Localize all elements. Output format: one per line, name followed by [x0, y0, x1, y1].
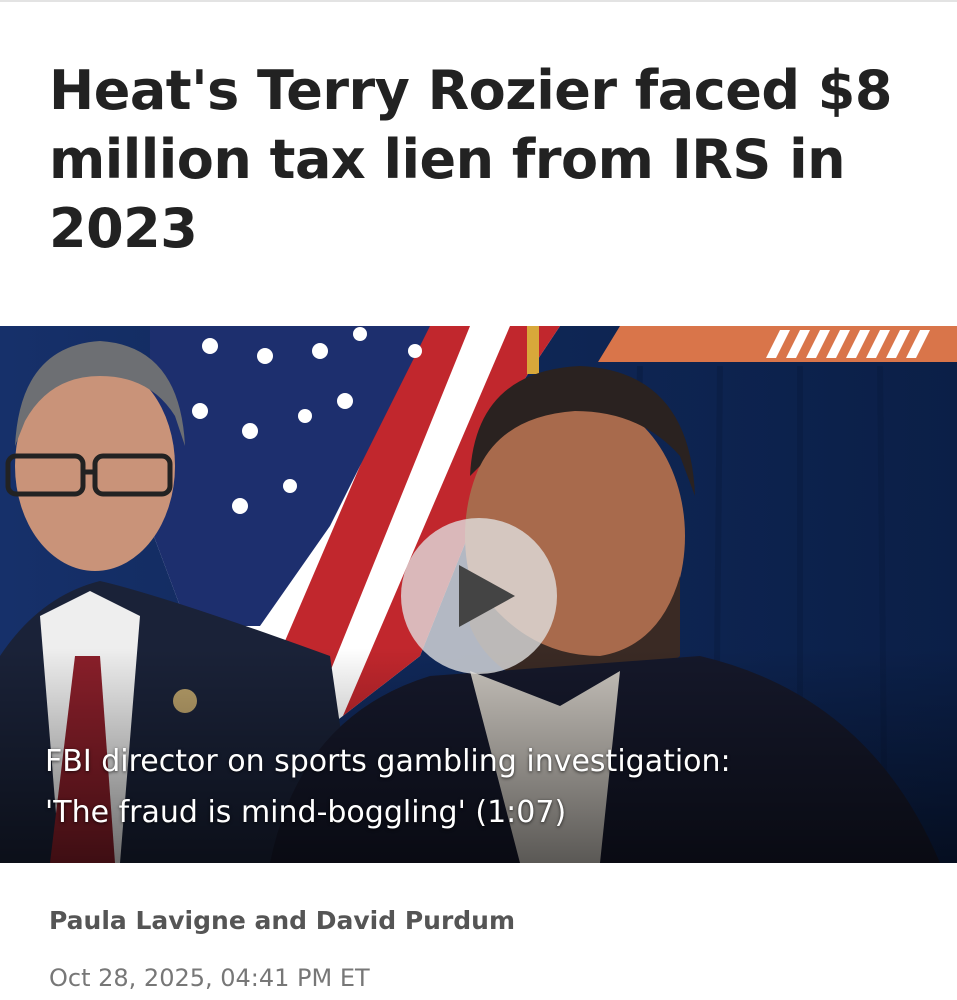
- article-timestamp: Oct 28, 2025, 04:41 PM ET: [49, 964, 370, 992]
- top-divider: [0, 0, 957, 2]
- video-caption-line-2: 'The fraud is mind-boggling' (1:07): [45, 795, 567, 830]
- article-headline: Heat's Terry Rozier faced $8 million tax…: [49, 59, 892, 260]
- play-icon: [459, 565, 515, 627]
- video-caption: FBI director on sports gambling investig…: [45, 736, 905, 838]
- play-button[interactable]: [401, 518, 557, 674]
- video-player[interactable]: FBI director on sports gambling investig…: [0, 326, 957, 863]
- article-byline[interactable]: Paula Lavigne and David Purdum: [49, 906, 515, 935]
- video-caption-line-1: FBI director on sports gambling investig…: [45, 744, 731, 779]
